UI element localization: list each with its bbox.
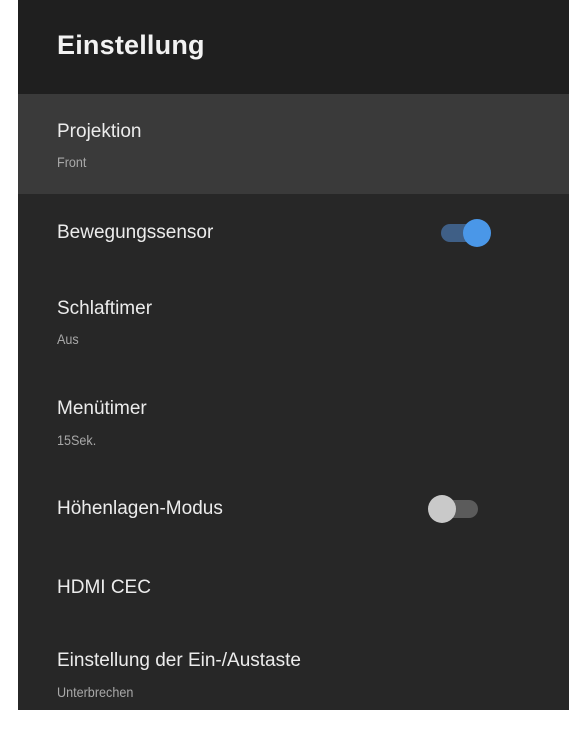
settings-panel: Einstellung Projektion Front Bewegungsse… (18, 0, 569, 710)
settings-item-projektion[interactable]: Projektion Front (18, 94, 569, 194)
toggle-knob (463, 219, 491, 247)
page-title: Einstellung (57, 30, 205, 60)
settings-item-label: Schlaftimer (57, 298, 153, 319)
settings-item-menuetimer[interactable]: Menütimer 15Sek. (18, 372, 569, 472)
settings-item-label: Einstellung der Ein-/Austaste (57, 650, 301, 671)
settings-item-value: Front (57, 154, 87, 170)
settings-item-value: Unterbrechen (57, 684, 134, 700)
bewegungssensor-toggle[interactable] (441, 219, 491, 247)
settings-item-schlaftimer[interactable]: Schlaftimer Aus (18, 272, 569, 372)
settings-item-hoehenlagen-modus[interactable]: Höhenlagen-Modus (18, 472, 569, 550)
settings-item-value: Aus (57, 331, 79, 347)
settings-item-ein-austaste[interactable]: Einstellung der Ein-/Austaste Unterbrech… (18, 628, 569, 710)
settings-item-value: 15Sek. (57, 432, 97, 448)
settings-item-label: Höhenlagen-Modus (57, 498, 223, 519)
header: Einstellung (18, 0, 569, 94)
settings-item-label: Projektion (57, 121, 142, 142)
hoehenlagen-modus-toggle[interactable] (428, 495, 478, 523)
settings-item-hdmi-cec[interactable]: HDMI CEC (18, 550, 569, 628)
settings-item-label: Menütimer (57, 398, 147, 419)
settings-item-bewegungssensor[interactable]: Bewegungssensor (18, 194, 569, 272)
toggle-knob (428, 495, 456, 523)
settings-item-label: HDMI CEC (57, 577, 151, 598)
settings-item-label: Bewegungssensor (57, 222, 214, 243)
